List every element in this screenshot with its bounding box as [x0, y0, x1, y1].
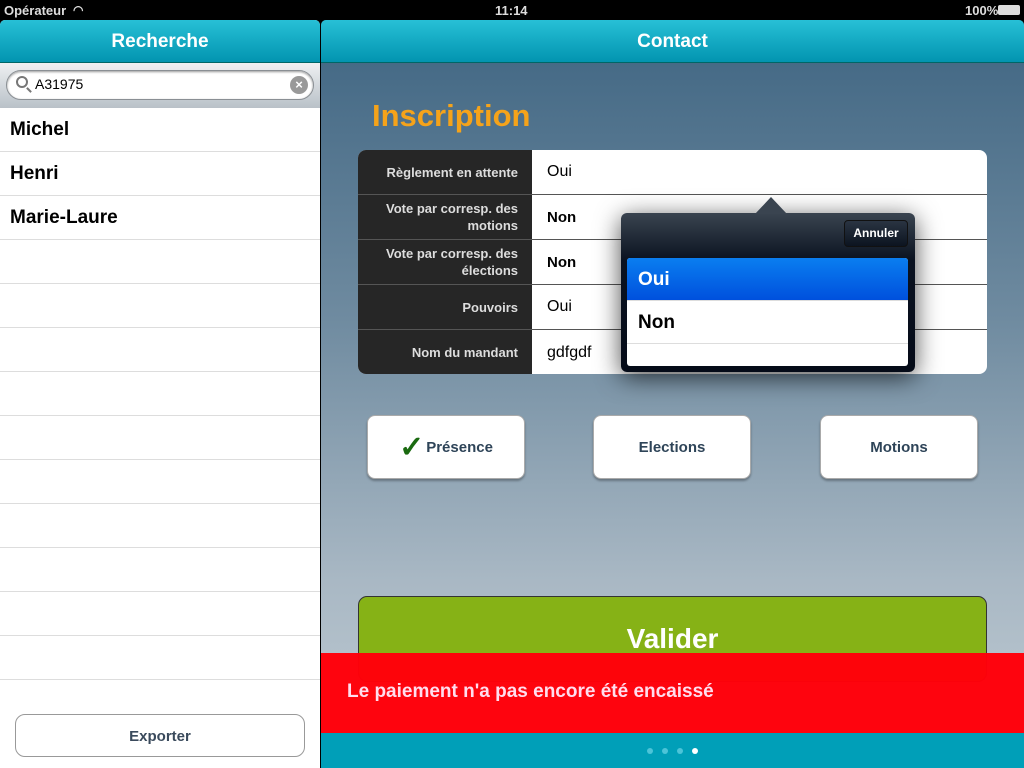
section-title: Inscription: [372, 98, 531, 133]
contact-header: Contact: [321, 20, 1024, 63]
search-icon: [16, 76, 28, 88]
cancel-button[interactable]: Annuler: [844, 220, 908, 247]
carrier: Opérateur: [4, 3, 67, 18]
results-list: Michel Henri Marie-Laure: [0, 108, 320, 680]
alert-banner: Le paiement n'a pas encore été encaissé: [321, 653, 1024, 733]
option-selected[interactable]: Oui: [627, 258, 908, 301]
list-item[interactable]: Marie-Laure: [0, 196, 320, 240]
battery-icon: [998, 5, 1020, 15]
row-label: Vote par corresp. des élections: [358, 240, 532, 284]
empty-row: [0, 592, 320, 636]
page-indicator[interactable]: [321, 733, 1024, 768]
search-header: Recherche: [0, 20, 320, 63]
presence-button[interactable]: ✓ Présence: [367, 415, 525, 479]
list-item[interactable]: Henri: [0, 152, 320, 196]
clear-icon[interactable]: ×: [290, 76, 308, 94]
option[interactable]: Non: [627, 301, 908, 344]
empty-row: [0, 416, 320, 460]
row-label: Pouvoirs: [358, 285, 532, 329]
page-dot[interactable]: [677, 747, 683, 754]
picker-list: Oui Non: [627, 258, 908, 366]
battery-level: 100%: [965, 3, 999, 18]
search-input[interactable]: [35, 76, 275, 92]
status-bar: Opérateur ◠ 11:14 100%: [0, 0, 1024, 20]
presence-label: Présence: [426, 438, 493, 456]
empty-row: [0, 284, 320, 328]
row-value[interactable]: Oui: [532, 150, 987, 194]
search-pane: Recherche × Michel Henri Marie-Laure Exp…: [0, 20, 320, 768]
empty-row: [0, 240, 320, 284]
motions-button[interactable]: Motions: [820, 415, 978, 479]
picker-popover: Annuler Oui Non: [621, 197, 915, 372]
elections-button[interactable]: Elections: [593, 415, 751, 479]
page-dot[interactable]: [647, 747, 653, 754]
page-dot-current[interactable]: [692, 747, 698, 754]
row-label: Règlement en attente: [358, 150, 532, 194]
checkmark-icon: ✓: [399, 430, 425, 464]
empty-row: [0, 548, 320, 592]
row-label: Vote par corresp. des motions: [358, 195, 532, 239]
empty-row: [0, 328, 320, 372]
empty-row: [0, 372, 320, 416]
empty-row: [0, 504, 320, 548]
empty-row: [0, 636, 320, 680]
row-label: Nom du mandant: [358, 330, 532, 374]
empty-row: [0, 460, 320, 504]
wifi-icon: ◠: [73, 3, 84, 17]
search-bar: ×: [0, 63, 320, 108]
table-row[interactable]: Règlement en attente Oui: [358, 150, 987, 195]
clock: 11:14: [495, 3, 528, 18]
popover-arrow: [755, 197, 787, 214]
export-button[interactable]: Exporter: [15, 714, 305, 757]
page-dot[interactable]: [662, 747, 668, 754]
list-item[interactable]: Michel: [0, 108, 320, 152]
contact-pane: Contact Inscription Règlement en attente…: [321, 20, 1024, 768]
